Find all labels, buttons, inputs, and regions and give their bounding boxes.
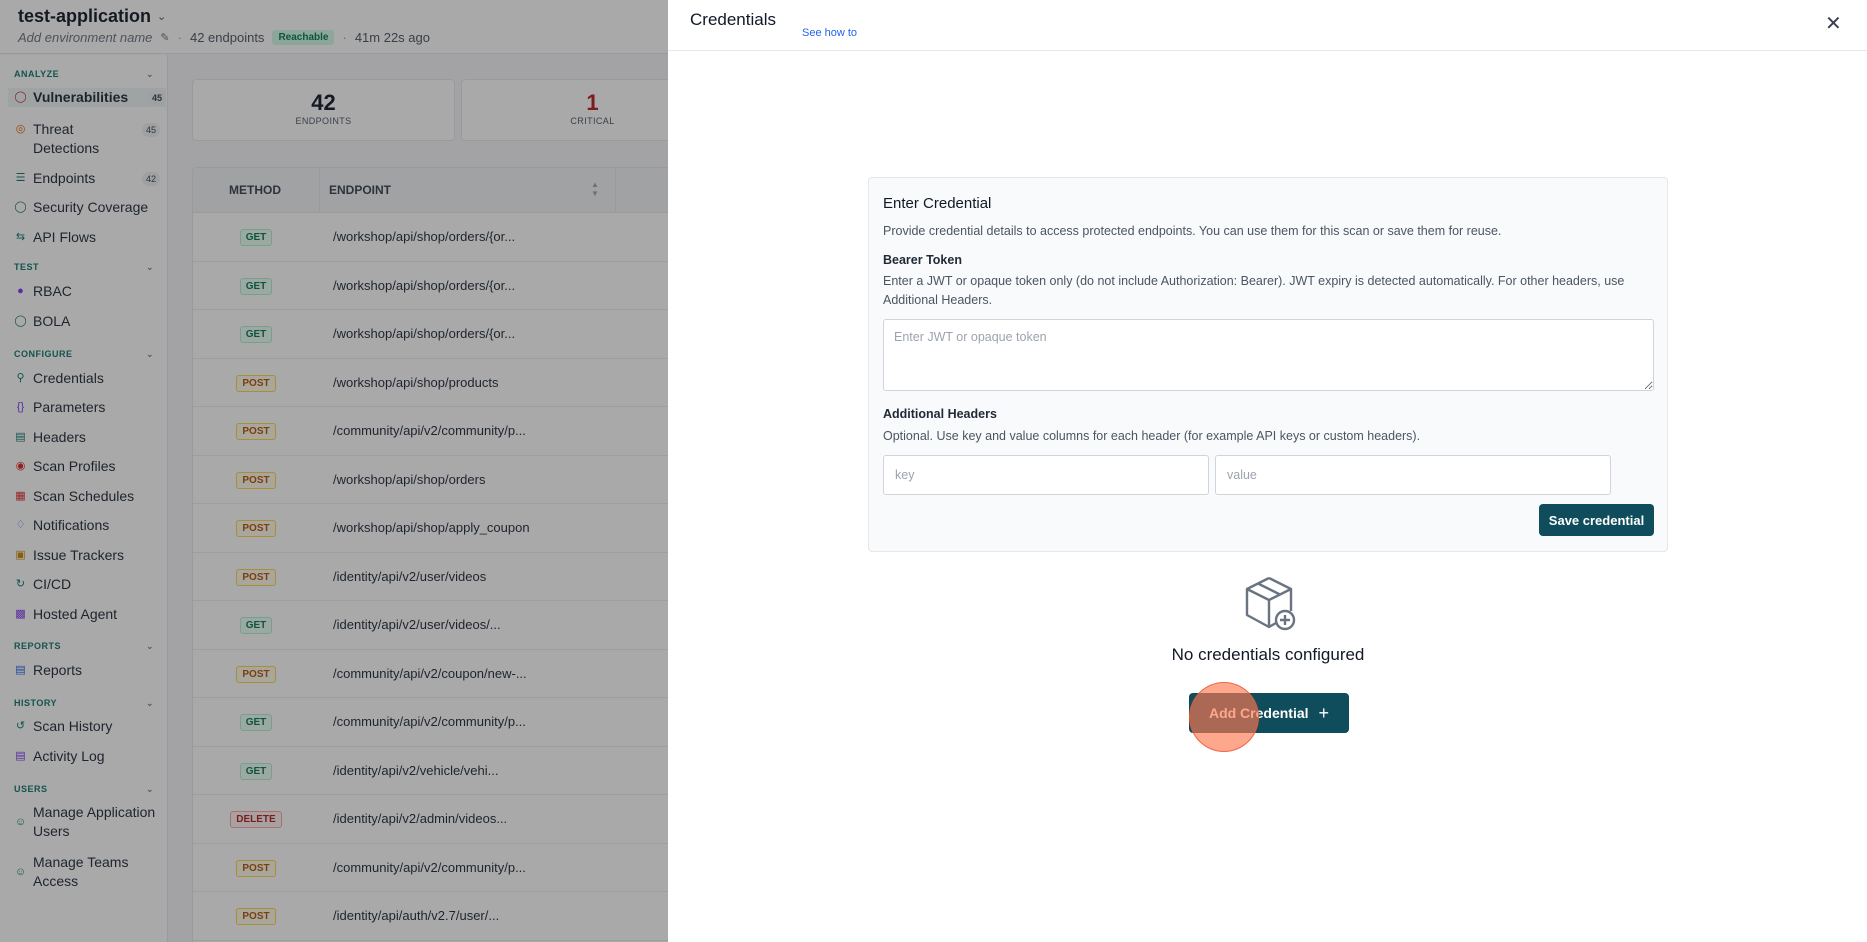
empty-state-text: No credentials configured	[1171, 645, 1365, 664]
modal-backdrop[interactable]	[0, 0, 668, 942]
see-how-link[interactable]: See how to	[802, 27, 857, 39]
drawer-header: Credentials See how to ✕	[668, 0, 1867, 51]
additional-headers-label: Additional Headers	[883, 407, 997, 421]
save-credential-button[interactable]: Save credential	[1539, 504, 1654, 536]
header-value-input[interactable]	[1215, 455, 1611, 495]
enter-credential-card: Enter Credential Provide credential deta…	[868, 177, 1668, 552]
add-credential-label: Add Credential	[1208, 705, 1309, 721]
add-credential-button[interactable]: Add Credential +	[1189, 693, 1349, 733]
card-title: Enter Credential	[883, 195, 992, 212]
drawer-title: Credentials	[690, 10, 776, 29]
bearer-token-help: Enter a JWT or opaque token only (do not…	[883, 274, 1625, 307]
bearer-token-label: Bearer Token	[883, 253, 962, 267]
close-icon[interactable]: ✕	[1825, 14, 1842, 34]
additional-headers-help: Optional. Use key and value columns for …	[883, 429, 1421, 443]
header-key-input[interactable]	[883, 455, 1209, 495]
plus-icon: +	[1318, 702, 1330, 723]
credentials-drawer: Credentials See how to ✕ Enter Credentia…	[668, 0, 1867, 942]
card-description: Provide credential details to access pro…	[883, 224, 1502, 238]
package-plus-icon	[1245, 576, 1296, 631]
bearer-token-input[interactable]	[883, 319, 1654, 391]
